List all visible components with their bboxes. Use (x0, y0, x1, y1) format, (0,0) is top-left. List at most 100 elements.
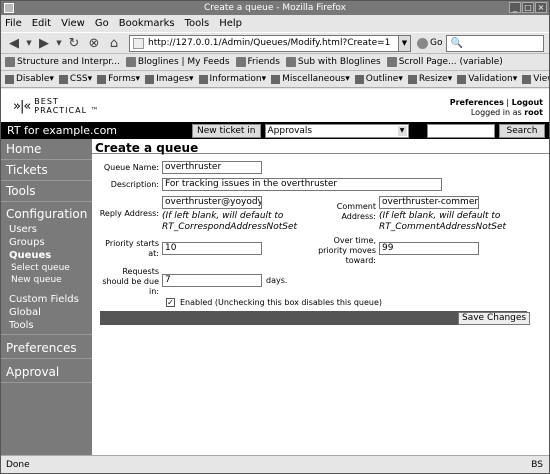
url-bar[interactable]: http://127.0.0.1/Admin/Queues/Modify.htm… (129, 34, 399, 52)
menu-help[interactable]: Help (219, 18, 242, 29)
web-developer-toolbar: Disable ▾ CSS ▾ Forms ▾ Images ▾ Information… (1, 71, 549, 88)
default-due-label: Requests should be due in: (97, 267, 159, 297)
dev-menu-view-source[interactable]: View Source (522, 74, 549, 84)
bookmark-label: Sub with Bloglines (297, 57, 381, 67)
favicon-icon (133, 37, 144, 49)
go-button[interactable]: Go (417, 37, 442, 49)
dev-menu-resize[interactable]: Resize ▾ (407, 74, 452, 84)
maximize-icon[interactable]: □ (522, 2, 534, 13)
chevron-down-icon: ▼ (397, 125, 407, 136)
dev-menu-miscellaneous[interactable]: Miscellaneous ▾ (271, 74, 350, 84)
forward-icon[interactable]: ▶ (35, 35, 53, 51)
sidebar-item-groups[interactable]: Groups (1, 236, 92, 249)
sidebar-item-users[interactable]: Users (1, 223, 92, 236)
menu-file[interactable]: File (5, 18, 22, 29)
reload-icon[interactable]: ↻ (65, 35, 83, 51)
back-icon[interactable]: ◀ (5, 35, 23, 51)
save-changes-button[interactable]: Save Changes (458, 312, 531, 325)
enabled-checkbox[interactable]: ✓ (166, 298, 175, 307)
back-dropdown-icon[interactable]: ▼ (25, 35, 33, 51)
dev-menu-forms[interactable]: Forms ▾ (97, 74, 140, 84)
sidebar-item-preferences[interactable]: Preferences (1, 338, 92, 359)
sidebar-item-home[interactable]: Home (1, 139, 92, 160)
menu-tools[interactable]: Tools (185, 18, 210, 29)
url-dropdown-icon[interactable]: ▼ (399, 34, 411, 52)
menu-view[interactable]: View (61, 18, 85, 29)
dev-menu-images[interactable]: Images ▾ (145, 74, 194, 84)
miscellaneous-icon (271, 74, 281, 84)
default-due-field[interactable]: 7 (162, 274, 262, 287)
window-menu-icon[interactable] (4, 3, 14, 13)
comment-address-hint: (If left blank, will default to RT_Comme… (379, 211, 506, 233)
menu-edit[interactable]: Edit (32, 18, 51, 29)
final-priority-label-line-3: toward: (345, 256, 376, 265)
bookmark-label: Structure and Interpr... (17, 57, 120, 67)
comment-hint-line-1: (If left blank, will default to (379, 211, 501, 221)
reply-hint-line-1: (If left blank, will default to (162, 211, 284, 221)
bookmark-item[interactable]: Scroll Page... (variable) (386, 57, 503, 67)
home-icon[interactable]: ⌂ (105, 35, 123, 51)
reply-address-field[interactable]: overthruster@yoyodyne (162, 196, 262, 209)
bookmark-item[interactable]: Sub with Bloglines (285, 57, 381, 67)
sidebar-item-configuration[interactable]: Configuration (1, 202, 92, 223)
dev-menu-css[interactable]: CSS ▾ (58, 74, 92, 84)
reply-hint-line-2: RT_CorrespondAddressNotSet (162, 222, 298, 232)
window-title: Create a queue - Mozilla Firefox (204, 3, 346, 13)
sidebar-item-queues[interactable]: Queues (1, 249, 92, 262)
web-search-input[interactable]: 🔍 (446, 34, 545, 52)
close-icon[interactable]: × (535, 2, 547, 13)
description-field[interactable]: For tracking issues in the overthruster (162, 178, 442, 191)
dev-menu-label: Resize (418, 74, 448, 84)
outline-icon (354, 74, 364, 84)
username: root (524, 108, 543, 117)
bookmarks-toolbar: Structure and Interpr... Bloglines | My … (1, 54, 549, 71)
sidebar-item-select-queue[interactable]: Select queue (1, 262, 92, 274)
logo-line-1: BEST (34, 97, 59, 106)
minimize-icon[interactable]: _ (509, 2, 521, 13)
bookmark-item[interactable]: Friends (235, 57, 280, 67)
best-practical-logo[interactable]: »|« BEST PRACTICAL ™ (13, 97, 100, 115)
ticket-search-input[interactable] (426, 123, 495, 138)
bookmark-item[interactable]: Bloglines | My Feeds (125, 57, 230, 67)
bookmark-item[interactable]: Structure and Interpr... (5, 57, 120, 67)
preferences-link[interactable]: Preferences (450, 98, 504, 107)
due-label-line-2: should be due (102, 277, 159, 286)
due-label-line-3: in: (149, 287, 159, 296)
sidebar-item-global[interactable]: Global (1, 306, 92, 319)
forward-dropdown-icon[interactable]: ▼ (55, 35, 63, 51)
dev-menu-label: Information (209, 74, 262, 84)
priority-starts-field[interactable]: 10 (162, 242, 262, 255)
menu-bookmarks[interactable]: Bookmarks (119, 18, 175, 29)
final-priority-field[interactable]: 99 (379, 242, 479, 255)
css-icon (58, 74, 68, 84)
navigation-toolbar: ◀ ▼ ▶ ▼ ↻ ⊗ ⌂ http://127.0.0.1/Admin/Que… (1, 32, 549, 54)
comment-label-line-1: Comment (336, 202, 376, 211)
enabled-label: Enabled (Unchecking this box disables th… (180, 298, 383, 307)
stop-icon[interactable]: ⊗ (85, 35, 103, 51)
menu-bar: File Edit View Go Bookmarks Tools Help (1, 15, 549, 32)
queue-name-field[interactable]: overthruster (162, 161, 262, 174)
rt-header-bar: RT for example.com New ticket in Approva… (1, 122, 549, 139)
queue-select[interactable]: Approvals ▼ (264, 123, 409, 138)
bookmark-label: Bloglines | My Feeds (137, 57, 230, 67)
dev-menu-disable[interactable]: Disable ▾ (5, 74, 54, 84)
sidebar-item-tickets[interactable]: Tickets (1, 160, 92, 181)
sidebar-item-custom-fields[interactable]: Custom Fields (1, 293, 92, 306)
final-priority-label: Over time, priority moves toward: (314, 236, 376, 266)
dev-menu-validation[interactable]: Validation ▾ (457, 74, 517, 84)
dev-menu-outline[interactable]: Outline ▾ (354, 74, 403, 84)
sidebar-item-new-queue[interactable]: New queue (1, 274, 92, 286)
bookmark-icon (5, 57, 15, 67)
sidebar-item-tools[interactable]: Tools (1, 181, 92, 202)
comment-address-field[interactable]: overthruster-comment@ (379, 196, 479, 209)
logout-link[interactable]: Logout (512, 98, 543, 107)
new-ticket-button[interactable]: New ticket in (192, 123, 261, 138)
sidebar-item-tools-sub[interactable]: Tools (1, 319, 92, 335)
menu-go[interactable]: Go (95, 18, 109, 29)
dev-menu-label: Validation (468, 74, 513, 84)
logged-in-text: Logged in as (470, 108, 522, 117)
dev-menu-information[interactable]: Information ▾ (198, 74, 266, 84)
bookmark-label: Friends (247, 57, 280, 67)
sidebar-item-approval[interactable]: Approval (1, 362, 92, 383)
search-button[interactable]: Search (498, 123, 546, 138)
